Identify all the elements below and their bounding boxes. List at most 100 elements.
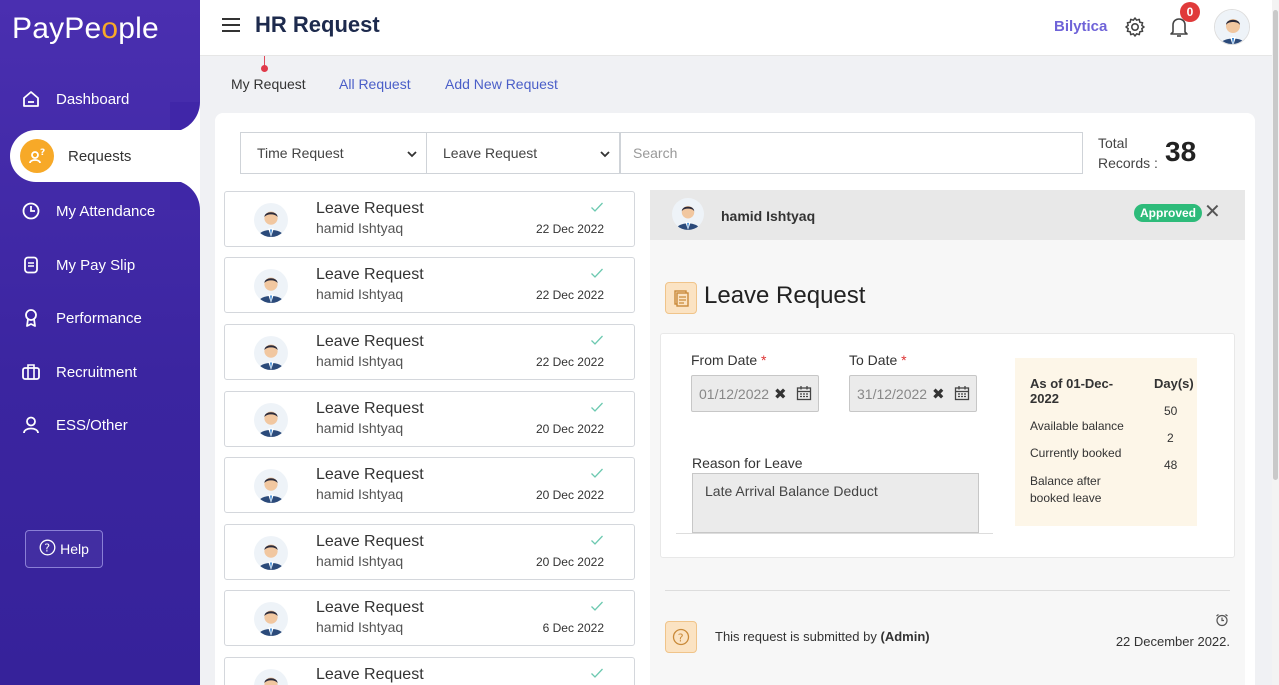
chevron-down-icon: [406, 147, 418, 163]
clock-icon: [20, 200, 42, 222]
clear-icon[interactable]: ✖: [774, 385, 787, 403]
check-icon: [590, 666, 604, 684]
check-icon: [590, 466, 604, 484]
sidebar-item-performance[interactable]: Performance: [0, 292, 200, 344]
from-date-field[interactable]: 01/12/2022 ✖: [691, 375, 819, 412]
request-icon: ?: [20, 139, 54, 173]
sidebar-item-label: Dashboard: [56, 90, 130, 108]
svg-text:?: ?: [40, 148, 45, 158]
sidebar-item-recruitment[interactable]: Recruitment: [0, 346, 200, 398]
close-icon[interactable]: ✕: [1204, 202, 1221, 222]
request-list-item[interactable]: Leave Request hamid Ishtyaq 20 Dec 2022: [224, 457, 635, 513]
to-date-label: To Date *: [849, 352, 907, 368]
requester-name: hamid Ishtyaq: [316, 353, 404, 369]
request-title: Leave Request: [316, 333, 424, 350]
check-icon: [590, 400, 604, 418]
request-list-item[interactable]: Leave Request hamid Ishtyaq 20 Dec 2022: [224, 524, 635, 580]
to-date-value: 31/12/2022: [857, 385, 928, 402]
reason-underline: [676, 533, 993, 534]
company-name-link[interactable]: Bilytica: [1054, 18, 1107, 35]
leave-form-card: From Date * 01/12/2022 ✖ To Date * 31/12…: [660, 333, 1235, 558]
request-subtype-value: Leave Request: [443, 145, 538, 161]
briefcase-icon: [20, 361, 42, 383]
requester-avatar: [254, 669, 288, 685]
sidebar-item-label: Performance: [56, 309, 142, 327]
request-list-item[interactable]: Leave Request hamid Ishtyaq: [224, 657, 635, 685]
to-date-field[interactable]: 31/12/2022 ✖: [849, 375, 977, 412]
paypeople-logo[interactable]: PayPeople: [12, 12, 159, 46]
user-avatar[interactable]: [1214, 9, 1250, 45]
to-date-label-text: To Date: [849, 352, 898, 368]
status-badge: Approved: [1134, 204, 1203, 222]
balance-after-value: 48: [1164, 458, 1178, 472]
check-icon: [590, 599, 604, 617]
hamburger-menu-icon[interactable]: [222, 18, 240, 32]
request-type-select[interactable]: Time Request: [240, 132, 427, 174]
request-title: Leave Request: [316, 533, 424, 550]
reason-textarea[interactable]: Late Arrival Balance Deduct: [692, 473, 979, 533]
document-icon: [665, 282, 697, 314]
svg-text:?: ?: [44, 542, 50, 555]
sidebar-item-ess-other[interactable]: ESS/Other: [0, 399, 200, 451]
detail-title: Leave Request: [704, 282, 866, 309]
check-icon: [590, 200, 604, 218]
check-icon: [590, 266, 604, 284]
page-scrollbar[interactable]: [1272, 0, 1279, 685]
search-input[interactable]: Search: [620, 132, 1083, 174]
request-date: 22 Dec 2022: [535, 355, 604, 369]
requester-avatar: [254, 536, 288, 570]
tab-add-new-request[interactable]: Add New Request: [445, 76, 558, 92]
balance-as-of: As of 01-Dec-2022: [1030, 376, 1114, 406]
home-icon: [20, 88, 42, 110]
currently-booked-value: 2: [1167, 431, 1174, 445]
requester-name: hamid Ishtyaq: [316, 286, 404, 302]
request-title: Leave Request: [316, 266, 424, 283]
award-icon: [20, 307, 42, 329]
request-list-item[interactable]: Leave Request hamid Ishtyaq 6 Dec 2022: [224, 590, 635, 646]
sidebar-item-my-attendance[interactable]: My Attendance: [0, 185, 200, 237]
request-date: 20 Dec 2022: [535, 422, 604, 436]
sidebar-item-label: My Attendance: [56, 202, 156, 220]
sidebar-item-my-pay-slip[interactable]: My Pay Slip: [0, 239, 200, 291]
payslip-icon: [20, 254, 42, 276]
request-title: Leave Request: [316, 599, 424, 616]
sidebar-item-requests[interactable]: ? Requests: [10, 130, 200, 182]
request-list-item[interactable]: Leave Request hamid Ishtyaq 20 Dec 2022: [224, 391, 635, 447]
requester-avatar: [254, 469, 288, 503]
sidebar-item-label: My Pay Slip: [56, 256, 136, 274]
tab-all-request[interactable]: All Request: [339, 76, 411, 92]
request-subtype-select[interactable]: Leave Request: [426, 132, 620, 174]
request-list-item[interactable]: Leave Request hamid Ishtyaq 22 Dec 2022: [224, 257, 635, 313]
request-title: Leave Request: [316, 666, 424, 683]
top-header: HR Request Bilytica 0: [200, 0, 1272, 56]
detail-header: hamid Ishtyaq Approved ✕: [650, 190, 1245, 240]
notification-count-badge: 0: [1180, 2, 1200, 22]
gear-icon[interactable]: [1124, 16, 1146, 43]
requester-name: hamid Ishtyaq: [316, 619, 404, 635]
check-icon: [590, 533, 604, 551]
requester-avatar: [254, 602, 288, 636]
request-list-item[interactable]: Leave Request hamid Ishtyaq 22 Dec 2022: [224, 191, 635, 247]
from-date-value: 01/12/2022: [699, 385, 770, 402]
request-title: Leave Request: [316, 200, 424, 217]
requester-name: hamid Ishtyaq: [316, 486, 404, 502]
days-header: Day(s): [1154, 376, 1194, 391]
requester-name: hamid Ishtyaq: [316, 420, 404, 436]
available-balance-value: 50: [1164, 404, 1178, 418]
scrollbar-thumb[interactable]: [1273, 10, 1278, 480]
sidebar-item-dashboard[interactable]: Dashboard: [0, 73, 200, 125]
request-title: Leave Request: [316, 400, 424, 417]
total-records-count: 38: [1165, 136, 1197, 167]
calendar-icon[interactable]: [796, 385, 812, 404]
tab-my-request[interactable]: My Request: [231, 76, 306, 92]
request-list-item[interactable]: Leave Request hamid Ishtyaq 22 Dec 2022: [224, 324, 635, 380]
calendar-icon[interactable]: [954, 385, 970, 404]
clear-icon[interactable]: ✖: [932, 385, 945, 403]
from-date-label: From Date *: [691, 352, 767, 368]
from-date-label-text: From Date: [691, 352, 758, 368]
help-button[interactable]: ? Help: [25, 530, 103, 568]
currently-booked-label: Currently booked: [1030, 446, 1122, 460]
chevron-down-icon: [599, 147, 611, 163]
request-detail-panel: hamid Ishtyaq Approved ✕ Leave Request F…: [650, 190, 1245, 685]
requester-avatar: [254, 403, 288, 437]
